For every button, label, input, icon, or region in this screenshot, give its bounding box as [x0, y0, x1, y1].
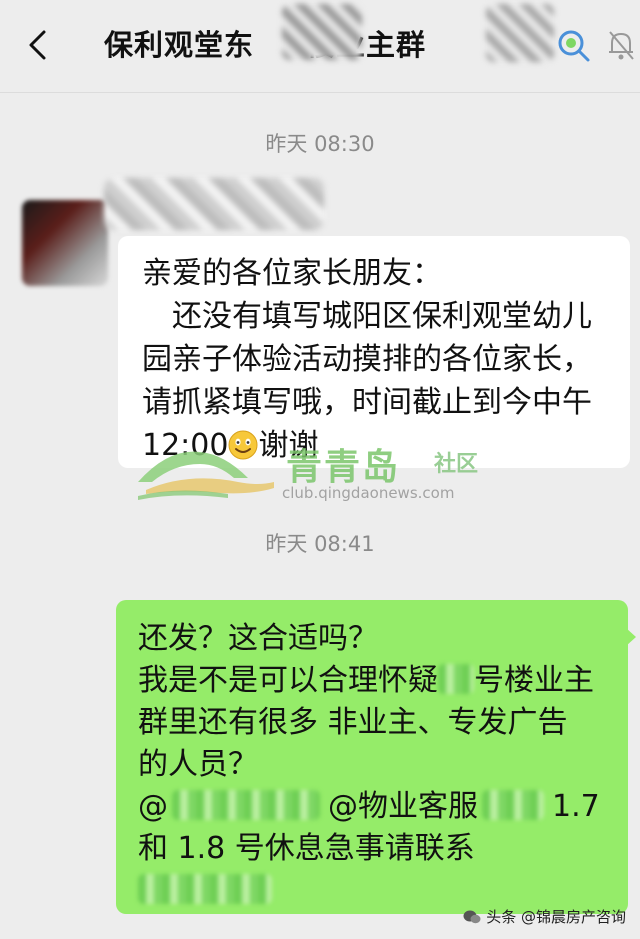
chevron-left-icon[interactable] — [22, 28, 56, 62]
message-timestamp: 昨天 08:41 — [265, 532, 375, 556]
message-line: 和 1.8 号休息急事请联系 — [138, 831, 475, 866]
credit-text: 头条 @锦晨房产咨询 — [486, 908, 626, 926]
bell-muted-icon — [609, 31, 634, 60]
message-text-part: 1.7 — [552, 789, 600, 824]
mountain-logo-icon — [138, 451, 274, 500]
message-text-part: 我是不是可以合理怀疑 — [138, 663, 438, 698]
watermark: 青青岛 社区 club.qingdaonews.com — [138, 436, 498, 506]
search-icon[interactable] — [556, 28, 592, 64]
chat-title-part1: 保利观堂东 — [104, 28, 255, 62]
chat-header: 保利观堂东 楼业主群 — [0, 0, 640, 93]
mention-property-service: @物业客服 — [328, 789, 478, 824]
watermark-brand: 青青岛 — [286, 447, 401, 488]
message-timestamp: 昨天 08:30 — [265, 132, 375, 156]
message-line: 还没有填写城阳区保利观堂幼儿 — [172, 299, 592, 334]
watermark-suffix: 社区 — [434, 452, 479, 477]
message-line: 还发？这合适吗？ — [138, 621, 378, 656]
incoming-message-bubble[interactable]: 亲爱的各位家长朋友： 还没有填写城阳区保利观堂幼儿 园亲子体验活动摸排的各位家长… — [118, 236, 630, 468]
message-line: 的人员？ — [138, 747, 258, 782]
redacted-phone — [138, 874, 272, 904]
chat-title: 保利观堂东 楼业主群 — [104, 22, 426, 68]
message-line: 群里还有很多 非业主、专发广告 — [138, 705, 568, 740]
message-line: @ @物业客服 1.7 — [138, 786, 616, 828]
message-line: 请抓紧填写哦，时间截止到今中午 — [142, 385, 592, 420]
avatar[interactable] — [22, 200, 108, 286]
title-redaction-blur — [282, 4, 362, 60]
title-redaction-blur-2 — [486, 4, 554, 62]
redacted-text — [482, 790, 544, 820]
message-text: 还发？这合适吗？ 我是不是可以合理怀疑 号楼业主 群里还有很多 非业主、专发广告 … — [138, 618, 616, 912]
redacted-mention — [172, 790, 320, 820]
message-line: 亲爱的各位家长朋友： — [142, 256, 442, 291]
wechat-logo-icon — [463, 910, 481, 924]
sender-name-redacted — [104, 178, 324, 230]
source-credit: 头条 @锦晨房产咨询 — [463, 906, 626, 927]
mention-at: @ — [138, 789, 168, 824]
bubble-tail — [626, 628, 636, 646]
message-text: 亲爱的各位家长朋友： 还没有填写城阳区保利观堂幼儿 园亲子体验活动摸排的各位家长… — [142, 252, 616, 467]
redacted-text — [438, 664, 474, 694]
outgoing-message-bubble[interactable]: 还发？这合适吗？ 我是不是可以合理怀疑 号楼业主 群里还有很多 非业主、专发广告 … — [116, 600, 628, 914]
watermark-url: club.qingdaonews.com — [282, 484, 455, 502]
message-text-part: 号楼业主 — [474, 663, 594, 698]
message-line: 我是不是可以合理怀疑 号楼业主 — [138, 660, 616, 702]
message-line: 园亲子体验活动摸排的各位家长， — [142, 342, 592, 377]
